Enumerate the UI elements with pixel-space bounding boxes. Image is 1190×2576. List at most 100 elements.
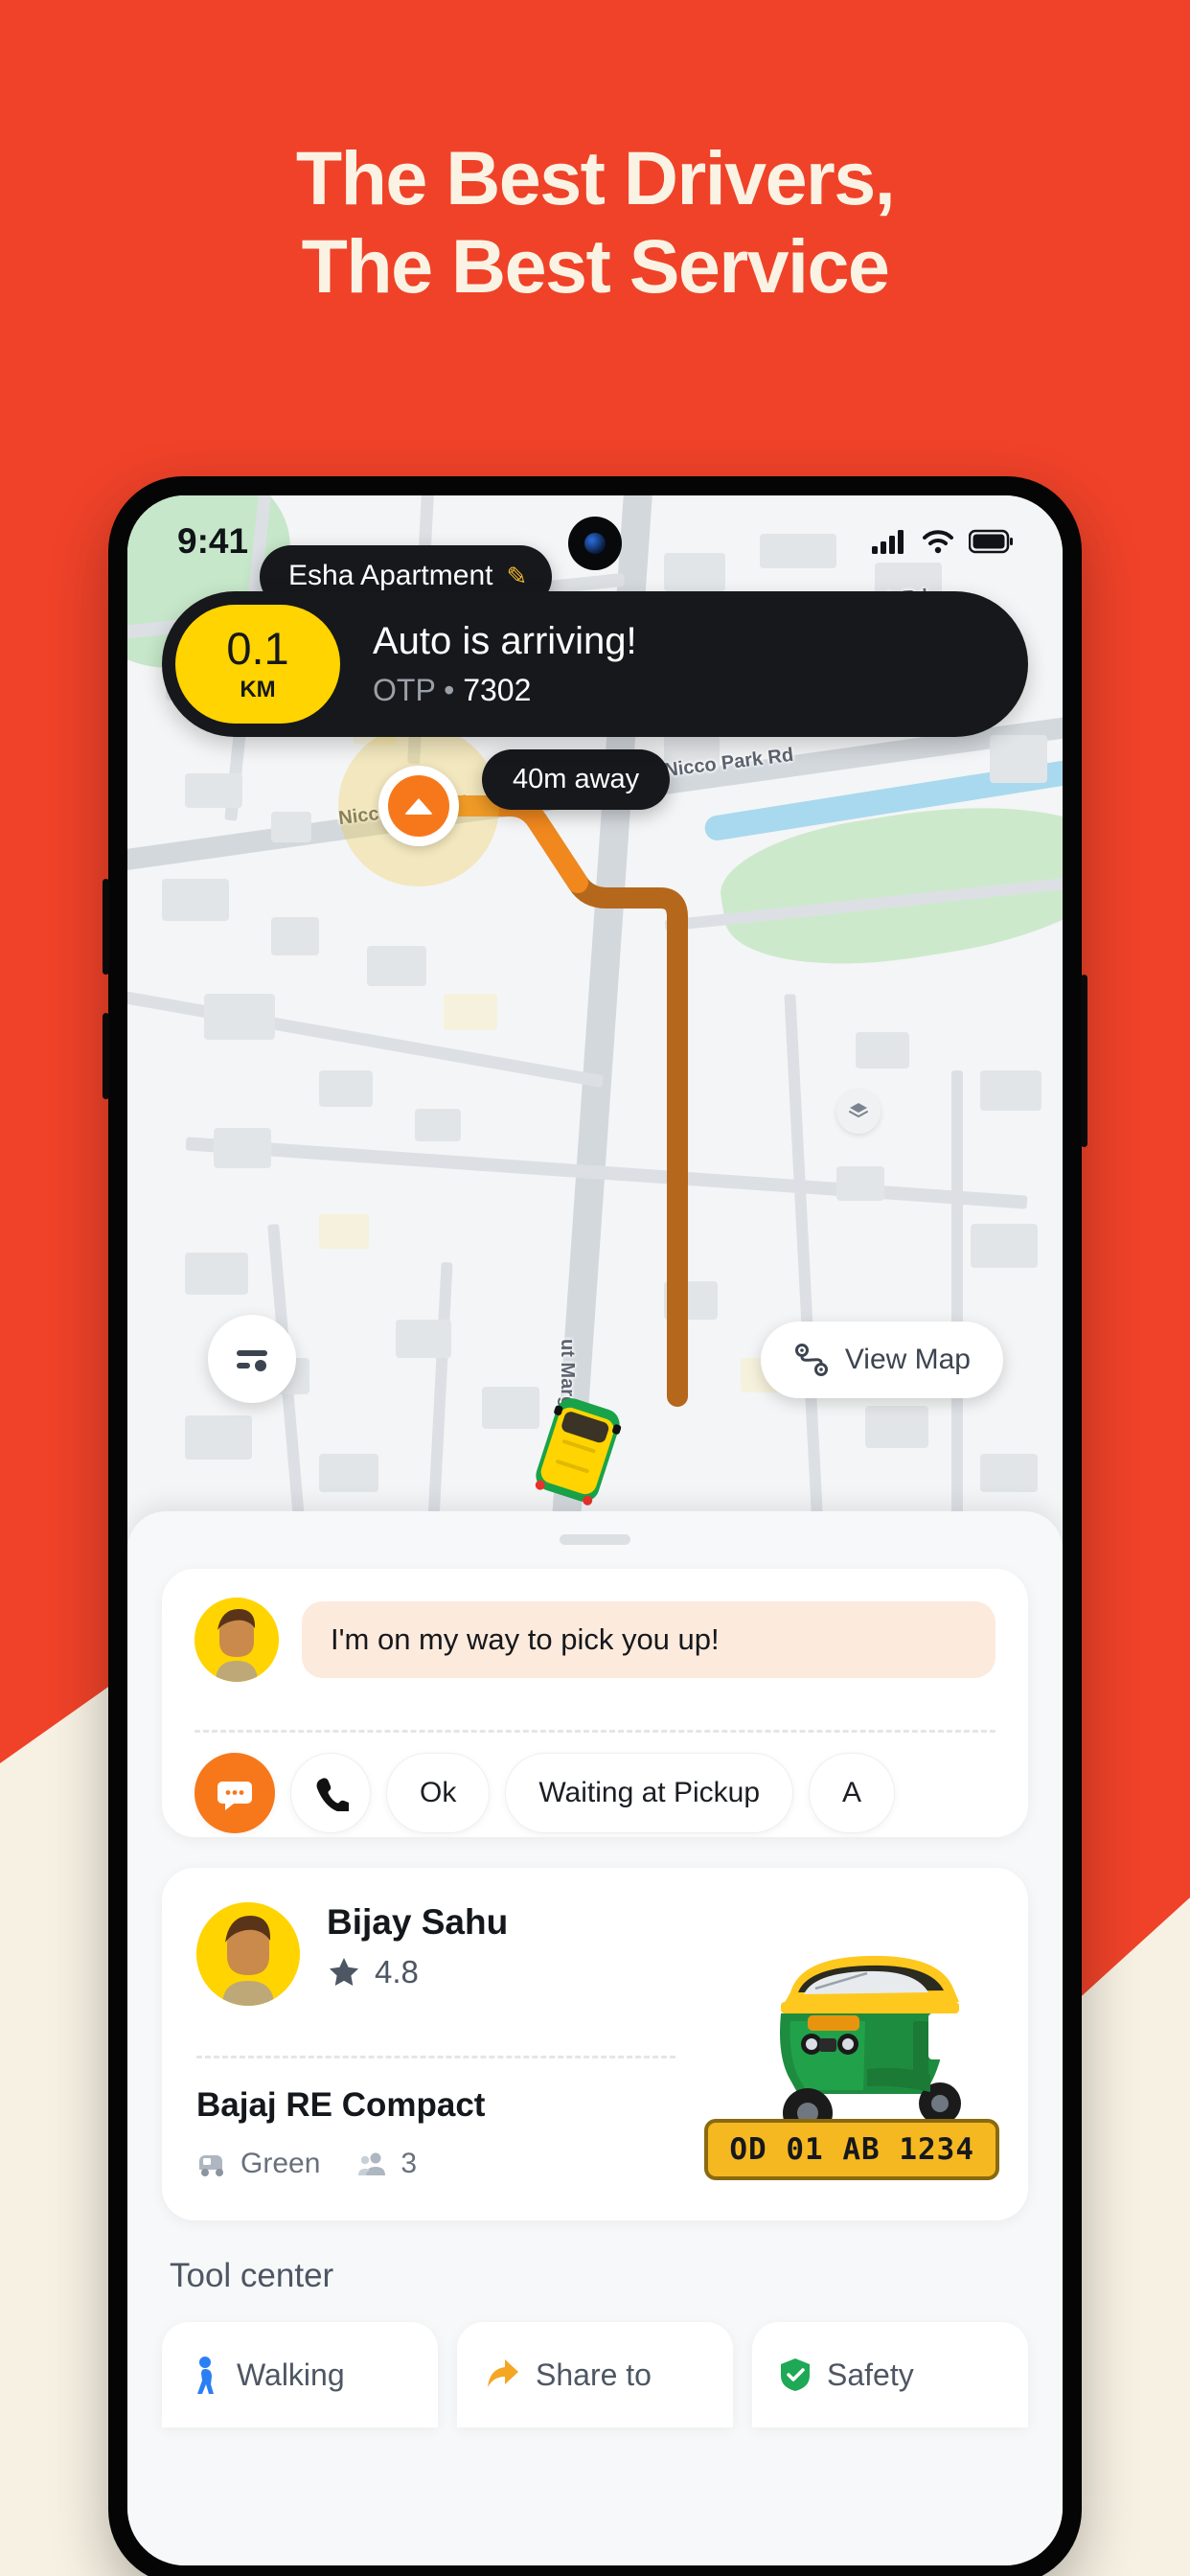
wifi-icon (923, 530, 953, 554)
status-bar-clock: 9:41 (177, 521, 249, 561)
bottom-sheet[interactable]: I'm on my way to pick you up! Ok Waiting… (127, 1511, 1063, 2565)
tool-center-title: Tool center (170, 2257, 334, 2294)
map-building (319, 1214, 369, 1249)
map-building (396, 1320, 451, 1358)
map-layers-icon (849, 1103, 868, 1118)
vehicle-meta: Green 3 (196, 2148, 417, 2180)
phone-icon (316, 1778, 349, 1811)
share-arrow-icon (488, 2359, 518, 2387)
vehicle-model: Bajaj RE Compact (196, 2086, 486, 2124)
map-building (204, 994, 275, 1040)
driver-name: Bijay Sahu (327, 1902, 509, 1942)
headline-line-1: The Best Drivers, (295, 135, 896, 220)
map-road (951, 1070, 963, 1530)
driver-rating-value: 4.8 (375, 1954, 419, 1990)
trip-banner-text: Auto is arriving! OTP • 7302 (373, 620, 637, 708)
tool-walking[interactable]: Walking (162, 2322, 438, 2427)
otp-value: 7302 (463, 673, 532, 707)
sheet-drag-handle[interactable] (560, 1534, 630, 1545)
status-bar-indicators (871, 528, 1013, 555)
map-road (784, 994, 824, 1530)
quick-reply-row[interactable]: Ok Waiting at Pickup A (195, 1753, 896, 1833)
tool-share-to[interactable]: Share to (457, 2322, 733, 2427)
auto-rickshaw-top-view-icon[interactable] (527, 1388, 629, 1512)
map-building (162, 879, 229, 921)
map-building (971, 1224, 1038, 1268)
map-filter-icon (237, 1350, 267, 1371)
map-building (865, 1406, 928, 1448)
battery-icon (969, 529, 1013, 554)
auto-rickshaw-photo (780, 1955, 961, 2138)
quick-reply-ok[interactable]: Ok (386, 1753, 491, 1833)
phone-volume-up-button (103, 879, 109, 975)
map-building (271, 917, 319, 955)
card-divider (196, 2056, 675, 2058)
map-filter-button[interactable] (208, 1315, 296, 1403)
map-building (444, 994, 497, 1030)
map-building (415, 1109, 461, 1141)
card-divider (195, 1730, 995, 1733)
tool-walking-label: Walking (237, 2357, 345, 2392)
map-building (271, 812, 311, 842)
passengers-icon (358, 2152, 386, 2175)
pickup-pin-icon (388, 775, 449, 837)
map-building (664, 1281, 718, 1320)
map-building (185, 1415, 252, 1460)
driver-details-card: Bijay Sahu 4.8 Bajaj RE Compact Green 3 … (162, 1868, 1028, 2220)
quick-reply-waiting-at-pickup[interactable]: Waiting at Pickup (505, 1753, 793, 1833)
otp-row: OTP • 7302 (373, 673, 637, 708)
message-row: I'm on my way to pick you up! (162, 1569, 1028, 1682)
driver-rating: 4.8 (327, 1954, 508, 1990)
view-map-label: View Map (844, 1344, 971, 1375)
auto-rickshaw-icon (199, 2155, 223, 2176)
walking-icon (197, 2357, 214, 2394)
driver-message-bubble: I'm on my way to pick you up! (302, 1601, 995, 1678)
front-camera-punch-hole (568, 517, 622, 570)
chat-button[interactable] (195, 1753, 275, 1833)
map-building (482, 1387, 539, 1429)
tool-safety-label: Safety (827, 2357, 914, 2392)
driver-avatar[interactable] (195, 1598, 279, 1682)
map-building (319, 1070, 373, 1107)
trip-status-banner[interactable]: 0.1 KM Auto is arriving! OTP • 7302 (162, 591, 1028, 737)
driver-message-card: I'm on my way to pick you up! Ok Waiting… (162, 1569, 1028, 1837)
eta-distance-label: 40m away (513, 764, 640, 794)
seats-item: 3 (358, 2148, 417, 2180)
call-button[interactable] (290, 1753, 371, 1833)
map-building (214, 1128, 271, 1168)
map-layers-button[interactable] (836, 1090, 881, 1134)
view-map-button[interactable]: View Map (760, 1322, 1003, 1398)
trip-status-title: Auto is arriving! (373, 620, 637, 662)
map-building (856, 1032, 909, 1069)
vehicle-color-item: Green (196, 2148, 320, 2180)
map-building (367, 946, 426, 986)
tool-share-label: Share to (536, 2357, 652, 2392)
route-icon (794, 1344, 828, 1376)
map-building (319, 1454, 378, 1492)
distance-value: 0.1 (226, 622, 289, 674)
phone-volume-down-button (103, 1013, 109, 1099)
map-building (836, 1166, 884, 1201)
otp-label: OTP (373, 673, 436, 707)
quick-reply-more[interactable]: A (809, 1753, 896, 1833)
vehicle-color: Green (240, 2148, 321, 2179)
headline-line-2: The Best Service (301, 222, 890, 309)
chat-bubble-icon (217, 1782, 252, 1810)
tool-safety[interactable]: Safety (752, 2322, 1028, 2427)
phone-power-button (1081, 975, 1087, 1147)
otp-separator: • (444, 673, 455, 707)
phone-screen: Nicco Park Rd Nicco Park Rd Nicco Park R… (127, 495, 1063, 2565)
license-plate: OD 01 AB 1234 (704, 2119, 999, 2180)
driver-avatar[interactable] (196, 1902, 300, 2006)
tool-center-list: Walking Share to Safety (162, 2322, 1028, 2427)
distance-pill: 0.1 KM (175, 605, 340, 724)
map-building (980, 1454, 1038, 1492)
pickup-location-marker[interactable] (378, 766, 459, 846)
phone-mockup: Nicco Park Rd Nicco Park Rd Nicco Park R… (103, 476, 1087, 2576)
seats-count: 3 (400, 2148, 418, 2179)
safety-shield-icon (781, 2358, 810, 2391)
eta-distance-chip: 40m away (482, 749, 671, 810)
cellular-signal-icon (872, 530, 904, 554)
distance-unit: KM (240, 676, 276, 702)
map-building (185, 773, 242, 808)
